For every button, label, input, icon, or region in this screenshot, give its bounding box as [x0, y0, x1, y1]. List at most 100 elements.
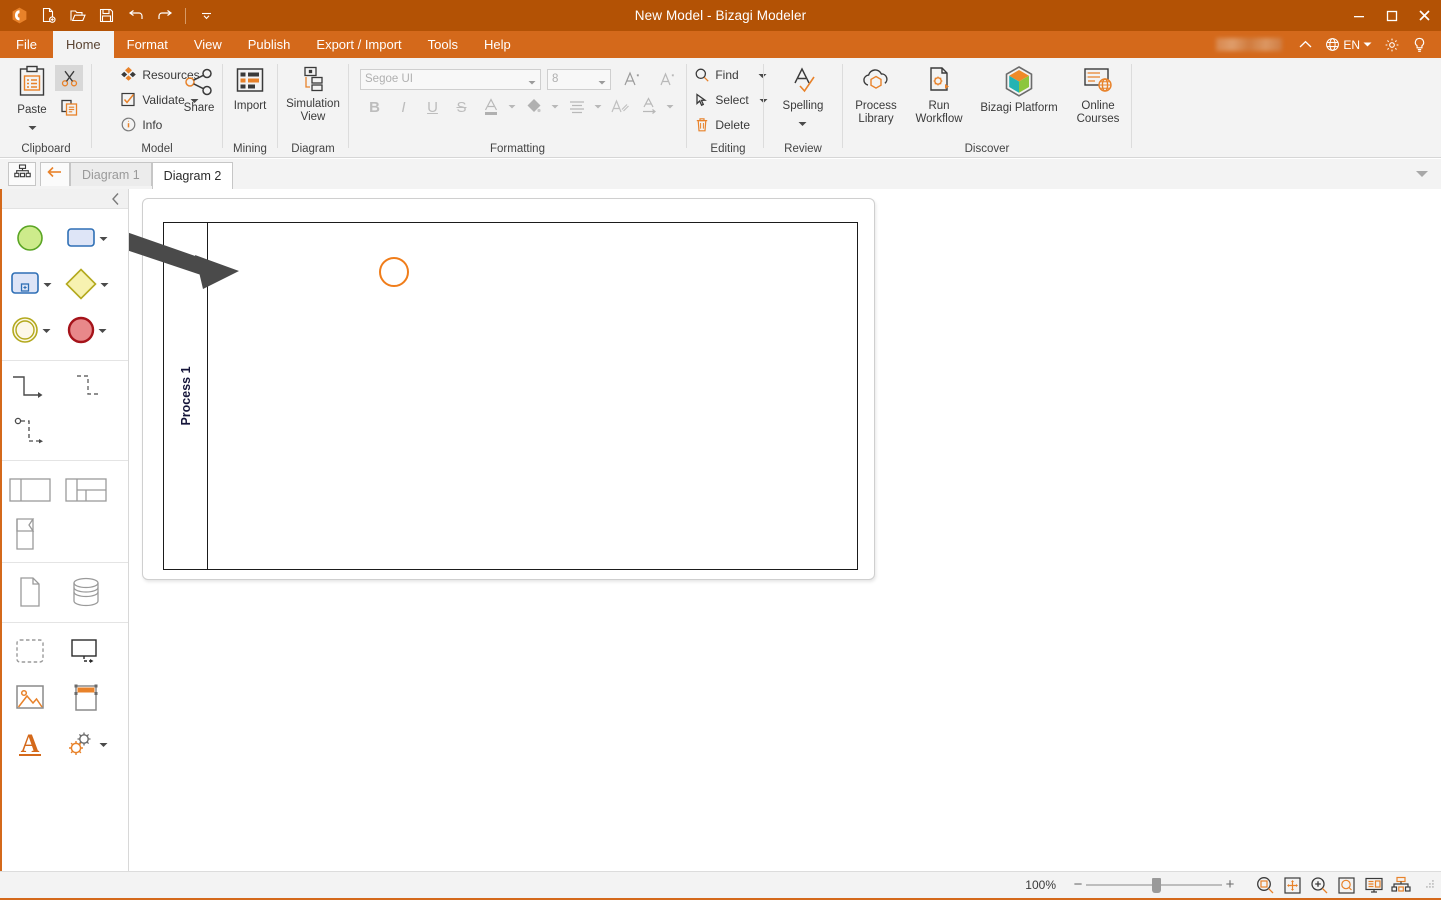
sequence-flow-tool[interactable] [2, 371, 58, 409]
process-tree-view-icon[interactable] [1387, 873, 1414, 897]
task-tool[interactable] [58, 225, 114, 251]
strikethrough-button[interactable]: S [447, 94, 476, 120]
font-color-chevron-icon[interactable] [505, 94, 519, 120]
font-family-select[interactable]: Segoe UI [360, 68, 541, 90]
chevron-down-icon[interactable] [28, 118, 37, 136]
customize-qat-icon[interactable] [193, 3, 220, 29]
image-tool[interactable] [2, 683, 58, 713]
fill-color-button[interactable] [519, 94, 548, 120]
milestone-tool[interactable] [2, 516, 66, 552]
ribbon-tab-view[interactable]: View [181, 31, 235, 58]
settings-gear-icon[interactable] [1378, 31, 1406, 58]
undo-icon[interactable] [122, 3, 149, 29]
format-painter-button[interactable] [605, 94, 634, 120]
open-file-icon[interactable] [64, 3, 91, 29]
fit-to-window-icon[interactable] [1279, 873, 1306, 897]
grow-font-button[interactable] [617, 66, 646, 92]
underline-button[interactable]: U [418, 94, 447, 120]
zoom-in-icon[interactable] [1306, 873, 1333, 897]
spelling-button[interactable]: Spelling [777, 62, 830, 132]
ribbon-tab-file[interactable]: File [0, 31, 53, 58]
intermediate-event-tool[interactable] [2, 315, 58, 345]
document-tab-diagram-1[interactable]: Diagram 1 [70, 162, 152, 186]
help-bulb-icon[interactable] [1406, 31, 1433, 58]
chevron-down-icon[interactable] [100, 275, 109, 293]
align-button[interactable] [562, 94, 591, 120]
chevron-down-icon[interactable] [99, 229, 108, 247]
ribbon-tab-export-import[interactable]: Export / Import [303, 31, 414, 58]
cut-button[interactable] [55, 65, 83, 91]
pool-header[interactable]: Process 1 [164, 223, 208, 569]
collapse-ribbon-icon[interactable] [1292, 31, 1319, 58]
italic-button[interactable]: I [389, 94, 418, 120]
ribbon-tab-format[interactable]: Format [114, 31, 181, 58]
ribbon-tab-publish[interactable]: Publish [235, 31, 304, 58]
subprocess-tool[interactable] [2, 270, 58, 298]
pool-tool[interactable] [2, 476, 58, 504]
zoom-to-selection-icon[interactable] [1252, 873, 1279, 897]
diagram-canvas[interactable]: Process 1 [129, 189, 1441, 871]
simulation-view-button[interactable]: Simulation View [280, 62, 346, 123]
find-button[interactable]: Find [690, 62, 770, 87]
lane-tool[interactable] [58, 476, 114, 504]
shrink-font-button[interactable] [652, 66, 681, 92]
data-store-tool[interactable] [58, 575, 114, 609]
start-event-tool[interactable] [2, 223, 58, 253]
language-selector[interactable]: EN [1319, 31, 1378, 58]
new-file-icon[interactable] [35, 3, 62, 29]
pool-shape[interactable]: Process 1 [163, 222, 858, 570]
process-library-button[interactable]: Process Library [847, 62, 905, 125]
paste-button[interactable]: Paste [9, 62, 55, 136]
chevron-down-icon[interactable] [98, 321, 107, 339]
select-button[interactable]: Select [690, 87, 771, 112]
text-tool[interactable]: A [2, 728, 58, 760]
document-tab-diagram-2[interactable]: Diagram 2 [151, 162, 234, 189]
text-direction-button[interactable] [634, 94, 663, 120]
align-chevron-icon[interactable] [591, 94, 605, 120]
zoom-out-button[interactable]: − [1070, 877, 1086, 892]
end-event-tool[interactable] [58, 315, 114, 345]
save-icon[interactable] [93, 3, 120, 29]
font-color-button[interactable] [476, 94, 505, 120]
zoom-region-icon[interactable] [1333, 873, 1360, 897]
bizagi-platform-button[interactable]: Bizagi Platform [973, 62, 1065, 115]
message-flow-tool[interactable] [58, 371, 114, 409]
close-button[interactable] [1408, 0, 1441, 31]
zoom-slider[interactable]: − + [1070, 877, 1238, 893]
palette-collapse-button[interactable] [2, 189, 128, 209]
copy-button[interactable] [55, 94, 83, 120]
data-object-tool[interactable] [2, 575, 58, 609]
delete-button[interactable]: Delete [690, 112, 754, 137]
group-tool[interactable] [2, 637, 58, 667]
bold-button[interactable]: B [360, 94, 389, 120]
redo-icon[interactable] [151, 3, 178, 29]
ribbon-tab-help[interactable]: Help [471, 31, 524, 58]
app-logo-icon[interactable] [6, 3, 33, 29]
run-workflow-button[interactable]: Run Workflow [909, 62, 969, 125]
start-event[interactable] [379, 257, 409, 287]
chevron-down-icon[interactable] [99, 735, 108, 753]
chevron-down-icon[interactable] [798, 114, 807, 132]
online-courses-button[interactable]: Online Courses [1069, 62, 1127, 125]
annotation-tool[interactable] [58, 637, 114, 667]
header-tool[interactable] [58, 682, 114, 714]
ribbon-tab-home[interactable]: Home [52, 31, 114, 58]
ribbon-tab-tools[interactable]: Tools [415, 31, 471, 58]
fill-color-chevron-icon[interactable] [548, 94, 562, 120]
gateway-tool[interactable] [58, 267, 114, 301]
presentation-view-icon[interactable] [1360, 873, 1387, 897]
chevron-down-icon[interactable] [42, 321, 51, 339]
custom-shapes-tool[interactable] [58, 729, 114, 759]
text-direction-chevron-icon[interactable] [663, 94, 677, 120]
font-size-select[interactable]: 8 [547, 68, 611, 90]
maximize-button[interactable] [1375, 0, 1408, 31]
zoom-slider-thumb[interactable] [1152, 878, 1161, 893]
resize-grip[interactable] [1424, 876, 1435, 894]
chevron-down-icon[interactable] [43, 275, 52, 293]
import-button[interactable]: Import [228, 62, 273, 113]
share-button[interactable]: Share [176, 62, 222, 115]
tab-overflow-button[interactable] [1415, 165, 1429, 183]
zoom-slider-track[interactable] [1086, 877, 1222, 893]
info-button[interactable]: Info [116, 112, 166, 137]
process-view-button[interactable] [8, 162, 36, 186]
